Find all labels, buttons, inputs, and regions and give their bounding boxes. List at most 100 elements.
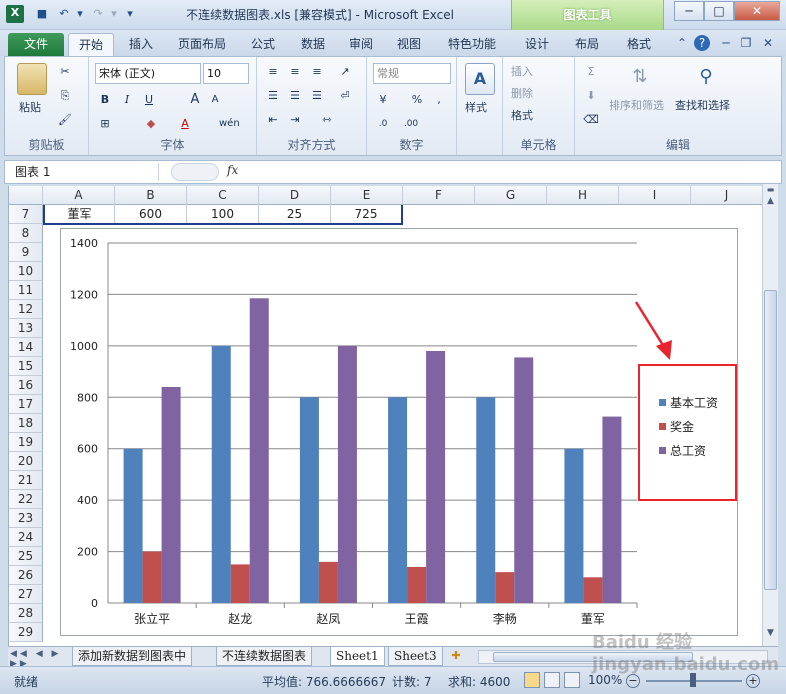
zoom-slider-thumb[interactable] [690,673,696,687]
column-header-g[interactable]: G [475,186,547,205]
cell-e7[interactable]: 725 [331,205,403,224]
grow-font-button[interactable]: A [185,91,205,109]
copy-icon[interactable]: ⎘ [55,87,75,105]
vertical-scroll-thumb[interactable] [764,290,777,590]
column-header-c[interactable]: C [187,186,259,205]
workbook-minimize-icon[interactable]: ─ [718,35,734,51]
fill-color-icon[interactable]: ◆ [141,115,161,133]
insert-sheet-icon[interactable]: ✚ [448,649,464,664]
tab-data[interactable]: 数据 [292,33,334,56]
tab-page-layout[interactable]: 页面布局 [170,33,234,56]
normal-view-icon[interactable] [524,672,540,688]
tab-chart-design[interactable]: 设计 [516,33,558,56]
merge-cells-icon[interactable]: ⇿ [317,111,337,129]
underline-button[interactable]: U [139,91,159,109]
row-header-18[interactable]: 18 [9,414,43,433]
comma-button[interactable]: , [429,91,449,109]
formula-input[interactable] [249,163,779,181]
tab-review[interactable]: 审阅 [340,33,382,56]
tab-formulas[interactable]: 公式 [242,33,284,56]
tab-chart-format[interactable]: 格式 [618,33,660,56]
zoom-in-icon[interactable]: + [746,674,760,688]
row-header-29[interactable]: 29 [9,623,43,642]
row-header-15[interactable]: 15 [9,357,43,376]
sort-filter-button[interactable]: 排序和筛选 [609,97,664,113]
row-header-27[interactable]: 27 [9,585,43,604]
tab-chart-layout[interactable]: 布局 [566,33,608,56]
format-cells-button[interactable]: 格式 [511,107,533,123]
orientation-icon[interactable]: ↗ [335,63,355,81]
shrink-font-button[interactable]: A [205,91,225,109]
borders-icon[interactable]: ⊞ [95,115,115,133]
row-header-16[interactable]: 16 [9,376,43,395]
row-header-20[interactable]: 20 [9,452,43,471]
tab-insert[interactable]: 插入 [120,33,162,56]
column-header-b[interactable]: B [115,186,187,205]
chart-area[interactable]: 0 200 400 600 800 1000 1200 1400 张立平 赵龙 赵凤 王霞 李畅 董军 基本… [60,228,738,636]
insert-function-button[interactable]: fx [227,163,247,177]
help-icon[interactable]: ? [694,35,710,51]
zoom-level[interactable]: 100% [588,673,622,687]
paste-button[interactable]: 粘贴 [19,99,41,115]
align-right-icon[interactable]: ☰ [307,87,327,105]
increase-indent-icon[interactable]: ⇥ [285,111,305,129]
wrap-text-icon[interactable]: ⏎ [335,87,355,105]
binoculars-icon[interactable]: ⚲ [691,61,721,93]
phonetic-button[interactable]: wén [219,115,240,133]
column-header-a[interactable]: A [43,186,115,205]
align-bottom-icon[interactable]: ≡ [307,63,327,81]
bold-button[interactable]: B [95,91,115,109]
close-button[interactable]: ✕ [734,1,780,21]
sheet-tab-add-new-data[interactable]: 添加新数据到图表中 [72,647,193,666]
vertical-scrollbar[interactable]: ▬ ▲ ▼ [762,184,778,646]
format-painter-icon[interactable]: 🖌 [55,111,75,129]
workbook-restore-icon[interactable]: ❐ [738,35,754,51]
zoom-out-icon[interactable]: − [626,674,640,688]
row-header-9[interactable]: 9 [9,243,43,262]
font-size-select[interactable]: 10 [203,63,249,84]
row-header-28[interactable]: 28 [9,604,43,623]
column-header-h[interactable]: H [547,186,619,205]
increase-decimal-icon[interactable]: .0 [373,115,393,133]
row-header-11[interactable]: 11 [9,281,43,300]
row-header-25[interactable]: 25 [9,547,43,566]
find-select-button[interactable]: 查找和选择 [675,97,730,113]
font-color-icon[interactable]: A [175,115,195,133]
row-header-26[interactable]: 26 [9,566,43,585]
row-header-12[interactable]: 12 [9,300,43,319]
cell-b7[interactable]: 600 [115,205,187,224]
row-header-14[interactable]: 14 [9,338,43,357]
tab-view[interactable]: 视图 [388,33,430,56]
column-header-d[interactable]: D [259,186,331,205]
column-header-e[interactable]: E [331,186,403,205]
column-header-j[interactable]: J [691,186,763,205]
paste-icon[interactable] [17,63,47,95]
row-header-22[interactable]: 22 [9,490,43,509]
align-left-icon[interactable]: ☰ [263,87,283,105]
percent-button[interactable]: % [407,91,427,109]
row-header-7[interactable]: 7 [9,205,43,224]
styles-button[interactable]: 样式 [465,99,487,115]
row-header-10[interactable]: 10 [9,262,43,281]
minimize-button[interactable]: ─ [674,1,704,21]
fill-icon[interactable]: ⬇ [581,87,601,105]
sort-filter-icon[interactable]: ⇅ [625,61,655,93]
currency-icon[interactable]: ¥ [373,91,393,109]
number-format-select[interactable]: 常规 [373,63,451,84]
split-box-icon[interactable]: ▬ [765,186,776,194]
cell-a7[interactable]: 董军 [43,205,115,224]
row-header-21[interactable]: 21 [9,471,43,490]
column-header-f[interactable]: F [403,186,475,205]
align-middle-icon[interactable]: ≡ [285,63,305,81]
select-all-corner[interactable] [9,186,43,205]
minimize-ribbon-icon[interactable]: ⌃ [674,35,690,51]
insert-cells-button[interactable]: 插入 [511,63,533,79]
row-header-8[interactable]: 8 [9,224,43,243]
page-layout-view-icon[interactable] [544,672,560,688]
name-box[interactable]: 图表 1 [9,163,159,181]
row-header-23[interactable]: 23 [9,509,43,528]
workbook-close-icon[interactable]: ✕ [760,35,776,51]
cell-d7[interactable]: 25 [259,205,331,224]
tab-file[interactable]: 文件 [8,33,64,56]
sheet-tab-discontinuous-chart[interactable]: 不连续数据图表 [216,647,313,666]
